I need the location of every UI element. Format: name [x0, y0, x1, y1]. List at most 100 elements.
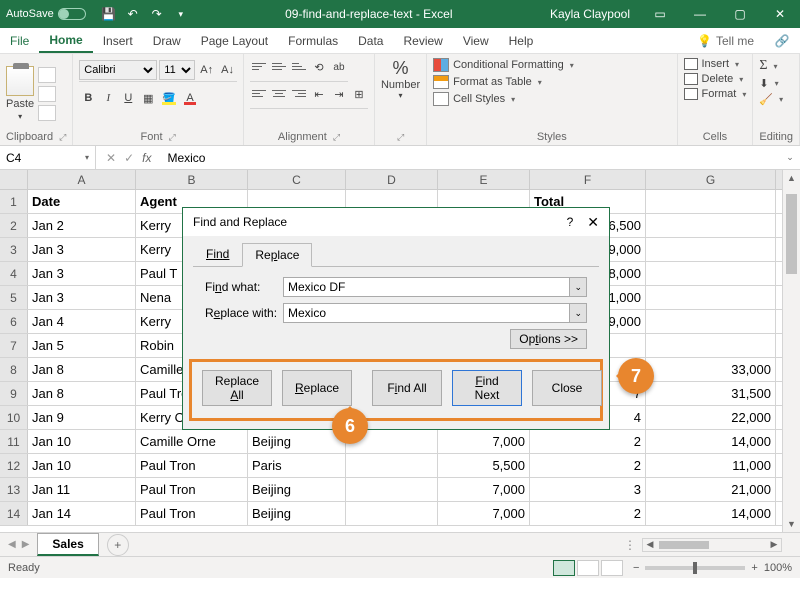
hscroll-thumb[interactable]: [659, 541, 709, 549]
cell[interactable]: Beijing: [248, 502, 346, 525]
qat-customize-icon[interactable]: ▾: [170, 3, 192, 25]
clipboard-launcher-icon[interactable]: ⤢: [59, 132, 66, 143]
sheet-nav-prev-icon[interactable]: ◀: [8, 539, 16, 550]
cell[interactable]: [646, 310, 776, 333]
tab-home[interactable]: Home: [39, 28, 92, 53]
tab-split-icon[interactable]: ⋮: [624, 538, 642, 552]
bold-button[interactable]: B: [79, 89, 97, 107]
align-middle-icon[interactable]: [270, 58, 288, 74]
font-color-button[interactable]: A: [181, 89, 199, 107]
cell[interactable]: Jan 3: [28, 262, 136, 285]
cell[interactable]: 7,000: [438, 478, 530, 501]
cell[interactable]: 21,000: [646, 478, 776, 501]
row-header[interactable]: 14: [0, 502, 28, 525]
format-cells-button[interactable]: Format▾: [684, 88, 747, 100]
row-header[interactable]: 13: [0, 478, 28, 501]
row-header[interactable]: 4: [0, 262, 28, 285]
cell[interactable]: [346, 502, 438, 525]
wrap-text-button[interactable]: ab: [330, 58, 348, 76]
zoom-control[interactable]: − + 100%: [633, 562, 792, 574]
tab-page-layout[interactable]: Page Layout: [191, 28, 278, 53]
cell[interactable]: 14,000: [646, 430, 776, 453]
col-header-e[interactable]: E: [438, 170, 530, 189]
cell[interactable]: 5,500: [438, 454, 530, 477]
formula-input[interactable]: Mexico: [161, 151, 780, 165]
col-header-b[interactable]: B: [136, 170, 248, 189]
font-size-select[interactable]: 11: [159, 60, 195, 80]
cell[interactable]: Jan 8: [28, 358, 136, 381]
col-header-c[interactable]: C: [248, 170, 346, 189]
cell[interactable]: Beijing: [248, 430, 346, 453]
scroll-up-icon[interactable]: ▲: [783, 170, 800, 186]
tab-help[interactable]: Help: [499, 28, 544, 53]
row-header[interactable]: 8: [0, 358, 28, 381]
fill-button[interactable]: ⬇▾: [759, 77, 778, 90]
conditional-formatting-button[interactable]: Conditional Formatting▾: [433, 58, 574, 72]
cell[interactable]: Jan 9: [28, 406, 136, 429]
insert-cells-button[interactable]: Insert▾: [684, 58, 740, 70]
tab-file[interactable]: File: [0, 28, 39, 53]
replace-all-button[interactable]: Replace All: [202, 370, 272, 406]
cell[interactable]: 11,000: [646, 454, 776, 477]
dialog-close-icon[interactable]: ✕: [587, 214, 599, 231]
tab-view[interactable]: View: [453, 28, 499, 53]
scroll-right-icon[interactable]: ▶: [767, 539, 781, 550]
cell[interactable]: 31,500: [646, 382, 776, 405]
cell[interactable]: Paul Tron: [136, 502, 248, 525]
cell[interactable]: 14,000: [646, 502, 776, 525]
add-sheet-button[interactable]: +: [107, 534, 129, 556]
chevron-down-icon[interactable]: ⌄: [569, 278, 586, 296]
cell[interactable]: 2: [530, 502, 646, 525]
cell[interactable]: 3: [530, 478, 646, 501]
cell[interactable]: Camille Orne: [136, 430, 248, 453]
cell-styles-button[interactable]: Cell Styles▾: [433, 92, 515, 106]
paste-button[interactable]: Paste ▾: [6, 66, 34, 121]
tell-me-search[interactable]: 💡Tell me: [687, 34, 764, 48]
replace-with-input[interactable]: Mexico⌄: [283, 303, 587, 323]
align-left-icon[interactable]: [250, 85, 268, 101]
cell[interactable]: [646, 334, 776, 357]
user-name[interactable]: Kayla Claypool: [540, 7, 640, 21]
scroll-thumb[interactable]: [786, 194, 797, 274]
scroll-left-icon[interactable]: ◀: [643, 539, 657, 550]
tab-find[interactable]: Find: [193, 242, 242, 266]
cell[interactable]: [646, 190, 776, 213]
normal-view-button[interactable]: [553, 560, 575, 576]
find-all-button[interactable]: Find All: [372, 370, 442, 406]
cell[interactable]: [646, 286, 776, 309]
merge-button[interactable]: ⊞: [350, 85, 368, 103]
close-window-icon[interactable]: ✕: [760, 0, 800, 28]
cell[interactable]: Jan 5: [28, 334, 136, 357]
tab-review[interactable]: Review: [393, 28, 452, 53]
row-header[interactable]: 7: [0, 334, 28, 357]
name-box[interactable]: C4▾: [0, 146, 96, 169]
cut-button[interactable]: [38, 67, 56, 83]
cell[interactable]: [646, 238, 776, 261]
options-button[interactable]: Options >>: [510, 329, 587, 349]
autosave-toggle[interactable]: AutoSave: [0, 8, 92, 20]
scroll-down-icon[interactable]: ▼: [783, 516, 800, 532]
page-layout-view-button[interactable]: [577, 560, 599, 576]
format-as-table-button[interactable]: Format as Table▾: [433, 75, 542, 89]
close-button[interactable]: Close: [532, 370, 602, 406]
find-next-button[interactable]: Find Next: [452, 370, 522, 406]
cell[interactable]: Jan 11: [28, 478, 136, 501]
cell[interactable]: Paul Tron: [136, 478, 248, 501]
col-header-a[interactable]: A: [28, 170, 136, 189]
row-header[interactable]: 11: [0, 430, 28, 453]
row-header[interactable]: 9: [0, 382, 28, 405]
number-format-button[interactable]: % Number ▾: [381, 58, 420, 100]
redo-icon[interactable]: ↷: [146, 3, 168, 25]
tab-draw[interactable]: Draw: [143, 28, 191, 53]
number-launcher-icon[interactable]: ⤢: [397, 132, 404, 143]
align-right-icon[interactable]: [290, 85, 308, 101]
cell[interactable]: 7,000: [438, 502, 530, 525]
dialog-titlebar[interactable]: Find and Replace ? ✕: [183, 208, 609, 236]
decrease-indent-icon[interactable]: ⇤: [310, 85, 328, 103]
align-bottom-icon[interactable]: [290, 58, 308, 74]
cell[interactable]: [346, 454, 438, 477]
alignment-launcher-icon[interactable]: ⤢: [333, 132, 340, 143]
enter-formula-icon[interactable]: ✓: [124, 151, 134, 165]
vertical-scrollbar[interactable]: ▲ ▼: [782, 170, 800, 532]
sheet-tab-sales[interactable]: Sales: [37, 533, 98, 556]
